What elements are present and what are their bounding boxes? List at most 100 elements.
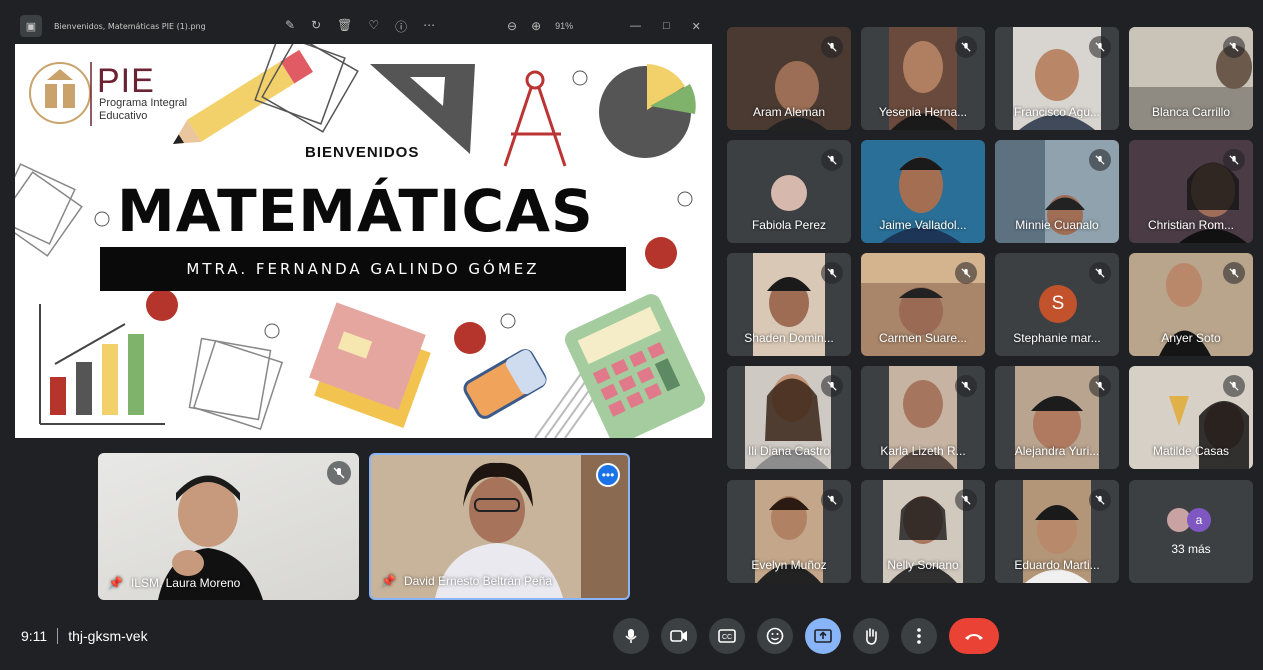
- participant-name: Stephanie mar...: [1013, 331, 1101, 345]
- participant-tile[interactable]: Shaden Domin...: [727, 253, 851, 356]
- edit-icon[interactable]: ✎: [285, 18, 295, 35]
- meeting-info: 9:11 thj-gksm-vek: [21, 628, 148, 644]
- maximize-icon[interactable]: □: [663, 20, 670, 33]
- participant-name: Karla Lizeth R...: [880, 444, 966, 458]
- info-icon[interactable]: ⓘ: [395, 18, 407, 35]
- participant-tile[interactable]: Blanca Carrillo: [1129, 27, 1253, 130]
- overflow-count: 33 más: [1171, 542, 1211, 556]
- pinned-tile-label: 📌 ILSM. Laura Moreno: [108, 576, 240, 590]
- muted-mic-icon: [955, 375, 977, 397]
- participant-name: Fabiola Perez: [751, 218, 827, 232]
- rotate-icon[interactable]: ↻: [311, 18, 321, 35]
- muted-mic-icon: [327, 461, 351, 485]
- participant-grid: Aram Aleman Yesenia Herna... Francisco A…: [727, 27, 1253, 587]
- muted-mic-icon: [1089, 36, 1111, 58]
- participant-name: Christian Rom...: [1147, 218, 1235, 232]
- more-icon[interactable]: ⋯: [423, 18, 435, 35]
- image-viewer-toolbar: ▣ Bienvenidos, Matemáticas PIE (1).png ✎…: [15, 8, 712, 44]
- muted-mic-icon: [1223, 149, 1245, 171]
- participant-tile[interactable]: Aram Aleman: [727, 27, 851, 130]
- participant-name: Anyer Soto: [1161, 331, 1221, 345]
- participant-tile[interactable]: Anyer Soto: [1129, 253, 1253, 356]
- end-call-icon[interactable]: [949, 618, 999, 654]
- participant-name: Shaden Domin...: [744, 331, 834, 345]
- overflow-avatars: a: [1167, 508, 1211, 532]
- muted-mic-icon: [1223, 375, 1245, 397]
- meeting-controls-bar: 9:11 thj-gksm-vek CC: [0, 610, 1263, 670]
- meeting-time: 9:11: [21, 628, 48, 644]
- divider: [57, 628, 59, 644]
- participant-name: Yesenia Herna...: [878, 105, 968, 119]
- muted-mic-icon: [955, 262, 977, 284]
- pin-icon[interactable]: 📌: [381, 574, 396, 588]
- close-icon[interactable]: ✕: [692, 20, 701, 33]
- call-controls: CC: [613, 618, 999, 654]
- participant-tile[interactable]: S Stephanie mar...: [995, 253, 1119, 356]
- raise-hand-icon[interactable]: [853, 618, 889, 654]
- participant-tile[interactable]: Fabiola Perez: [727, 140, 851, 243]
- viewer-filename: Bienvenidos, Matemáticas PIE (1).png: [54, 21, 206, 31]
- participant-name: Aram Aleman: [752, 105, 826, 119]
- participant-name: Minnie Cuanalo: [1015, 218, 1099, 232]
- present-icon[interactable]: [805, 618, 841, 654]
- window-controls: — □ ✕: [630, 20, 701, 33]
- delete-icon[interactable]: 🗑: [337, 18, 352, 35]
- participant-name: Blanca Carrillo: [1151, 105, 1231, 119]
- muted-mic-icon: [1223, 262, 1245, 284]
- participant-tile[interactable]: Christian Rom...: [1129, 140, 1253, 243]
- participant-tile[interactable]: Matilde Casas: [1129, 366, 1253, 469]
- muted-mic-icon: [821, 36, 843, 58]
- muted-mic-icon: [1089, 149, 1111, 171]
- participant-name: Evelyn Muñoz: [751, 558, 827, 572]
- zoom-controls: ⊖ ⊕ 91%: [507, 19, 573, 33]
- participant-tile[interactable]: Alejandra Yuri...: [995, 366, 1119, 469]
- slide-title: MATEMÁTICAS: [117, 177, 594, 245]
- participant-tile[interactable]: Jaime Valladol...: [861, 140, 985, 243]
- zoom-out-icon[interactable]: ⊖: [507, 19, 517, 33]
- participant-tile[interactable]: Minnie Cuanalo: [995, 140, 1119, 243]
- more-options-icon[interactable]: [901, 618, 937, 654]
- participant-name: Eduardo Marti...: [1014, 558, 1100, 572]
- muted-mic-icon: [1223, 36, 1245, 58]
- emoji-icon[interactable]: [757, 618, 793, 654]
- participant-tile[interactable]: Ili Diana Castro: [727, 366, 851, 469]
- logo-subtitle: Programa Integral Educativo: [99, 97, 188, 122]
- muted-mic-icon: [821, 489, 843, 511]
- muted-mic-icon: [821, 149, 843, 171]
- participant-tile[interactable]: Yesenia Herna...: [861, 27, 985, 130]
- captions-icon[interactable]: CC: [709, 618, 745, 654]
- participant-name: Francisco Agu...: [1013, 105, 1101, 119]
- teacher-banner: MTRA. FERNANDA GALINDO GÓMEZ: [100, 247, 626, 291]
- favorite-icon[interactable]: ♡: [368, 18, 379, 35]
- more-options-icon[interactable]: •••: [596, 463, 620, 487]
- camera-icon[interactable]: [661, 618, 697, 654]
- pinned-tile-label: 📌 David Ernesto Beltrán Peña: [381, 574, 552, 588]
- participant-tile[interactable]: Francisco Agu...: [995, 27, 1119, 130]
- participant-name: Alejandra Yuri...: [1014, 444, 1100, 458]
- participant-tile[interactable]: Karla Lizeth R...: [861, 366, 985, 469]
- presentation-window: ▣ Bienvenidos, Matemáticas PIE (1).png ✎…: [15, 8, 712, 438]
- welcome-slide: PIE Programa Integral Educativo BIENVENI…: [15, 44, 712, 438]
- muted-mic-icon: [1089, 262, 1111, 284]
- participant-name: Carmen Suare...: [878, 331, 968, 345]
- participant-tile[interactable]: Nelly Soriano: [861, 480, 985, 583]
- participant-name: Nelly Soriano: [887, 558, 959, 572]
- pinned-tile-speaker[interactable]: ••• 📌 David Ernesto Beltrán Peña: [369, 453, 630, 600]
- meeting-code: thj-gksm-vek: [68, 628, 148, 644]
- participant-tile[interactable]: Eduardo Marti...: [995, 480, 1119, 583]
- avatar: [771, 175, 807, 211]
- viewer-tools: ✎ ↻ 🗑 ♡ ⓘ ⋯: [285, 18, 435, 35]
- overflow-tile[interactable]: a 33 más: [1129, 480, 1253, 583]
- photos-app-icon: ▣: [20, 15, 42, 37]
- participant-tile[interactable]: Carmen Suare...: [861, 253, 985, 356]
- pinned-tile-interpreter[interactable]: 📌 ILSM. Laura Moreno: [98, 453, 359, 600]
- minimize-icon[interactable]: —: [630, 20, 641, 33]
- zoom-in-icon[interactable]: ⊕: [531, 19, 541, 33]
- mic-icon[interactable]: [613, 618, 649, 654]
- pin-icon[interactable]: 📌: [108, 576, 123, 590]
- participant-tile[interactable]: Evelyn Muñoz: [727, 480, 851, 583]
- participant-name: Jaime Valladol...: [879, 218, 967, 232]
- muted-mic-icon: [955, 36, 977, 58]
- muted-mic-icon: [821, 375, 843, 397]
- muted-mic-icon: [1089, 375, 1111, 397]
